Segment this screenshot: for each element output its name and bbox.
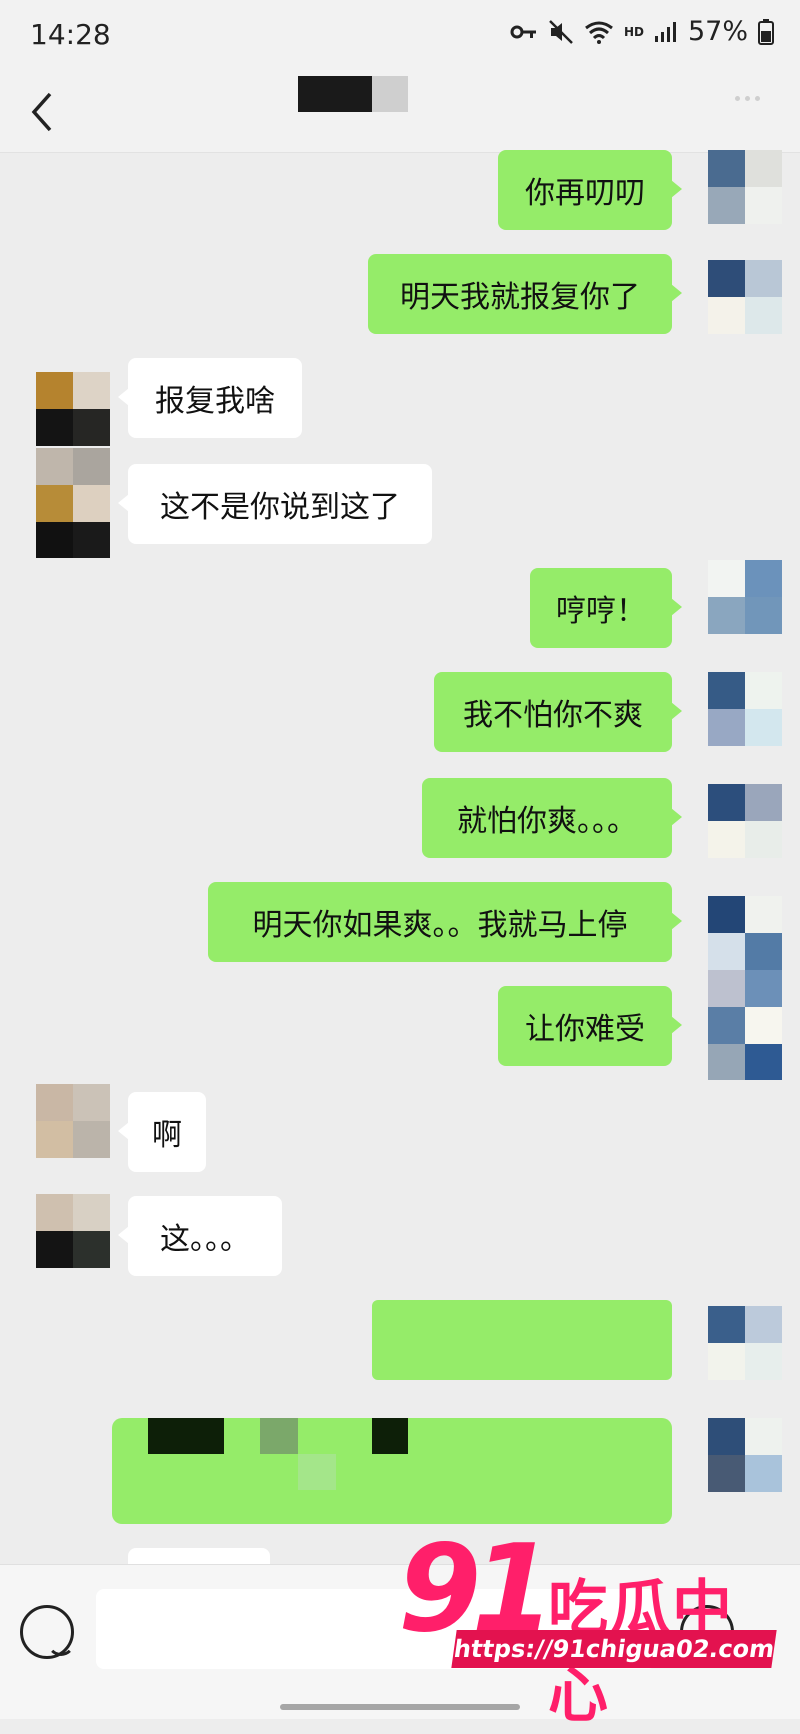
- mute-icon: [549, 19, 573, 44]
- outgoing-message[interactable]: 你再叨叨: [498, 150, 682, 230]
- self-avatar[interactable]: [708, 784, 782, 858]
- incoming-message[interactable]: 啊: [118, 1092, 206, 1172]
- battery-percent: 57%: [687, 16, 748, 47]
- outgoing-message[interactable]: 哼哼！: [530, 568, 682, 648]
- incoming-message[interactable]: 这。。。: [118, 1196, 282, 1276]
- contact-avatar[interactable]: [36, 1084, 110, 1158]
- self-avatar[interactable]: [708, 560, 782, 634]
- self-avatar-partial: [708, 1044, 782, 1080]
- self-avatar[interactable]: [708, 1418, 782, 1492]
- outgoing-message[interactable]: 明天我就报复你了: [368, 254, 682, 334]
- watermark-url: https://91chigua02.com: [451, 1630, 777, 1668]
- outgoing-message[interactable]: 我不怕你不爽: [434, 672, 682, 752]
- self-avatar[interactable]: [708, 672, 782, 746]
- chat-title-redacted: [298, 76, 408, 112]
- key-icon: [510, 25, 536, 38]
- wifi-icon: [585, 21, 613, 44]
- contact-avatar[interactable]: [36, 372, 110, 446]
- home-indicator[interactable]: [280, 1704, 520, 1710]
- self-avatar[interactable]: [708, 896, 782, 970]
- outgoing-message[interactable]: 明天你如果爽。。我就马上停: [208, 882, 682, 962]
- self-avatar[interactable]: [708, 150, 782, 224]
- contact-avatar[interactable]: [36, 448, 110, 522]
- outgoing-message-redacted: [372, 1300, 672, 1380]
- battery-icon: [758, 18, 774, 45]
- hd-label: HD: [623, 24, 644, 39]
- status-bar: 14:28 HD 57%: [0, 0, 800, 70]
- chat-header: [0, 70, 800, 153]
- voice-input-icon[interactable]: [20, 1605, 75, 1659]
- incoming-message[interactable]: 这不是你说到这了: [118, 464, 432, 544]
- contact-avatar[interactable]: [36, 1194, 110, 1268]
- outgoing-message[interactable]: 就怕你爽。。。: [422, 778, 682, 858]
- outgoing-message[interactable]: 让你难受: [498, 986, 682, 1066]
- status-time: 14:28: [30, 18, 111, 51]
- self-avatar[interactable]: [708, 970, 782, 1044]
- more-options-icon[interactable]: [735, 96, 760, 101]
- signal-icon: [654, 21, 676, 42]
- outgoing-message-redacted: [112, 1418, 672, 1524]
- contact-avatar-partial: [36, 522, 110, 558]
- watermark-logo: 91 吃瓜中心 https://91chigua02.com: [398, 1530, 784, 1731]
- self-avatar[interactable]: [708, 1306, 782, 1380]
- status-icons: HD 57%: [510, 16, 774, 47]
- self-avatar[interactable]: [708, 260, 782, 334]
- back-arrow-icon[interactable]: [28, 90, 58, 134]
- incoming-message[interactable]: 报复我啥: [118, 358, 302, 438]
